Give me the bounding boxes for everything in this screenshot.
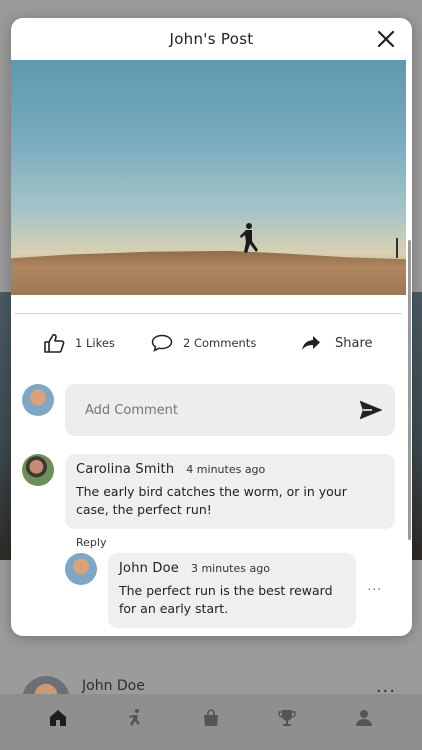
- comment-time: 4 minutes ago: [186, 463, 266, 476]
- comment-time: 3 minutes ago: [190, 562, 270, 575]
- add-comment-row: [11, 384, 412, 436]
- like-button[interactable]: 1 Likes: [43, 333, 151, 353]
- avatar: [22, 454, 54, 486]
- add-comment-input[interactable]: [65, 384, 395, 436]
- close-icon[interactable]: [374, 27, 398, 51]
- post-photo: [11, 60, 406, 295]
- runner-figure: [240, 223, 258, 253]
- post-modal: John's Post 1 Likes 2 Comments Share Add…: [11, 18, 412, 636]
- run-icon[interactable]: [123, 706, 147, 730]
- comment-text: The perfect run is the best reward for a…: [119, 583, 333, 616]
- home-icon[interactable]: [46, 706, 70, 730]
- comments-count: 2 Comments: [183, 336, 257, 350]
- profile-icon[interactable]: [352, 706, 376, 730]
- share-arrow-icon: [302, 336, 320, 350]
- share-label: Share: [335, 335, 373, 351]
- comment-item: Carolina Smith 4 minutes ago The early b…: [11, 454, 412, 529]
- avatar: [65, 553, 97, 585]
- post-content[interactable]: 1 Likes 2 Comments Share Add Comment Car…: [11, 60, 412, 636]
- more-icon[interactable]: ...: [368, 579, 382, 593]
- photo-ground: [11, 250, 406, 295]
- modal-header: John's Post: [11, 18, 412, 60]
- palm-tree: [396, 238, 398, 258]
- background-author-name: John Doe: [82, 678, 145, 694]
- tab-bar: [0, 694, 422, 750]
- comment-text: The early bird catches the worm, or in y…: [76, 484, 347, 517]
- comment-author: John Doe: [119, 561, 179, 576]
- comment-bubble: Carolina Smith 4 minutes ago The early b…: [65, 454, 395, 529]
- avatar: [22, 384, 54, 416]
- comments-button[interactable]: 2 Comments: [151, 334, 301, 352]
- comment-bubble-icon: [151, 334, 173, 352]
- shop-icon[interactable]: [199, 706, 223, 730]
- send-icon[interactable]: [359, 400, 383, 424]
- modal-title: John's Post: [169, 30, 254, 48]
- post-actions: 1 Likes 2 Comments Share: [11, 314, 412, 372]
- comment-author: Carolina Smith: [76, 462, 175, 477]
- trophy-icon[interactable]: [275, 706, 299, 730]
- reply-button[interactable]: Reply: [76, 536, 412, 549]
- comment-bubble: John Doe 3 minutes ago The perfect run i…: [108, 553, 356, 628]
- thumbs-up-icon: [44, 333, 65, 353]
- share-button[interactable]: Share: [301, 335, 373, 351]
- likes-count: 1 Likes: [75, 336, 115, 350]
- reply-item: John Doe 3 minutes ago The perfect run i…: [11, 553, 412, 628]
